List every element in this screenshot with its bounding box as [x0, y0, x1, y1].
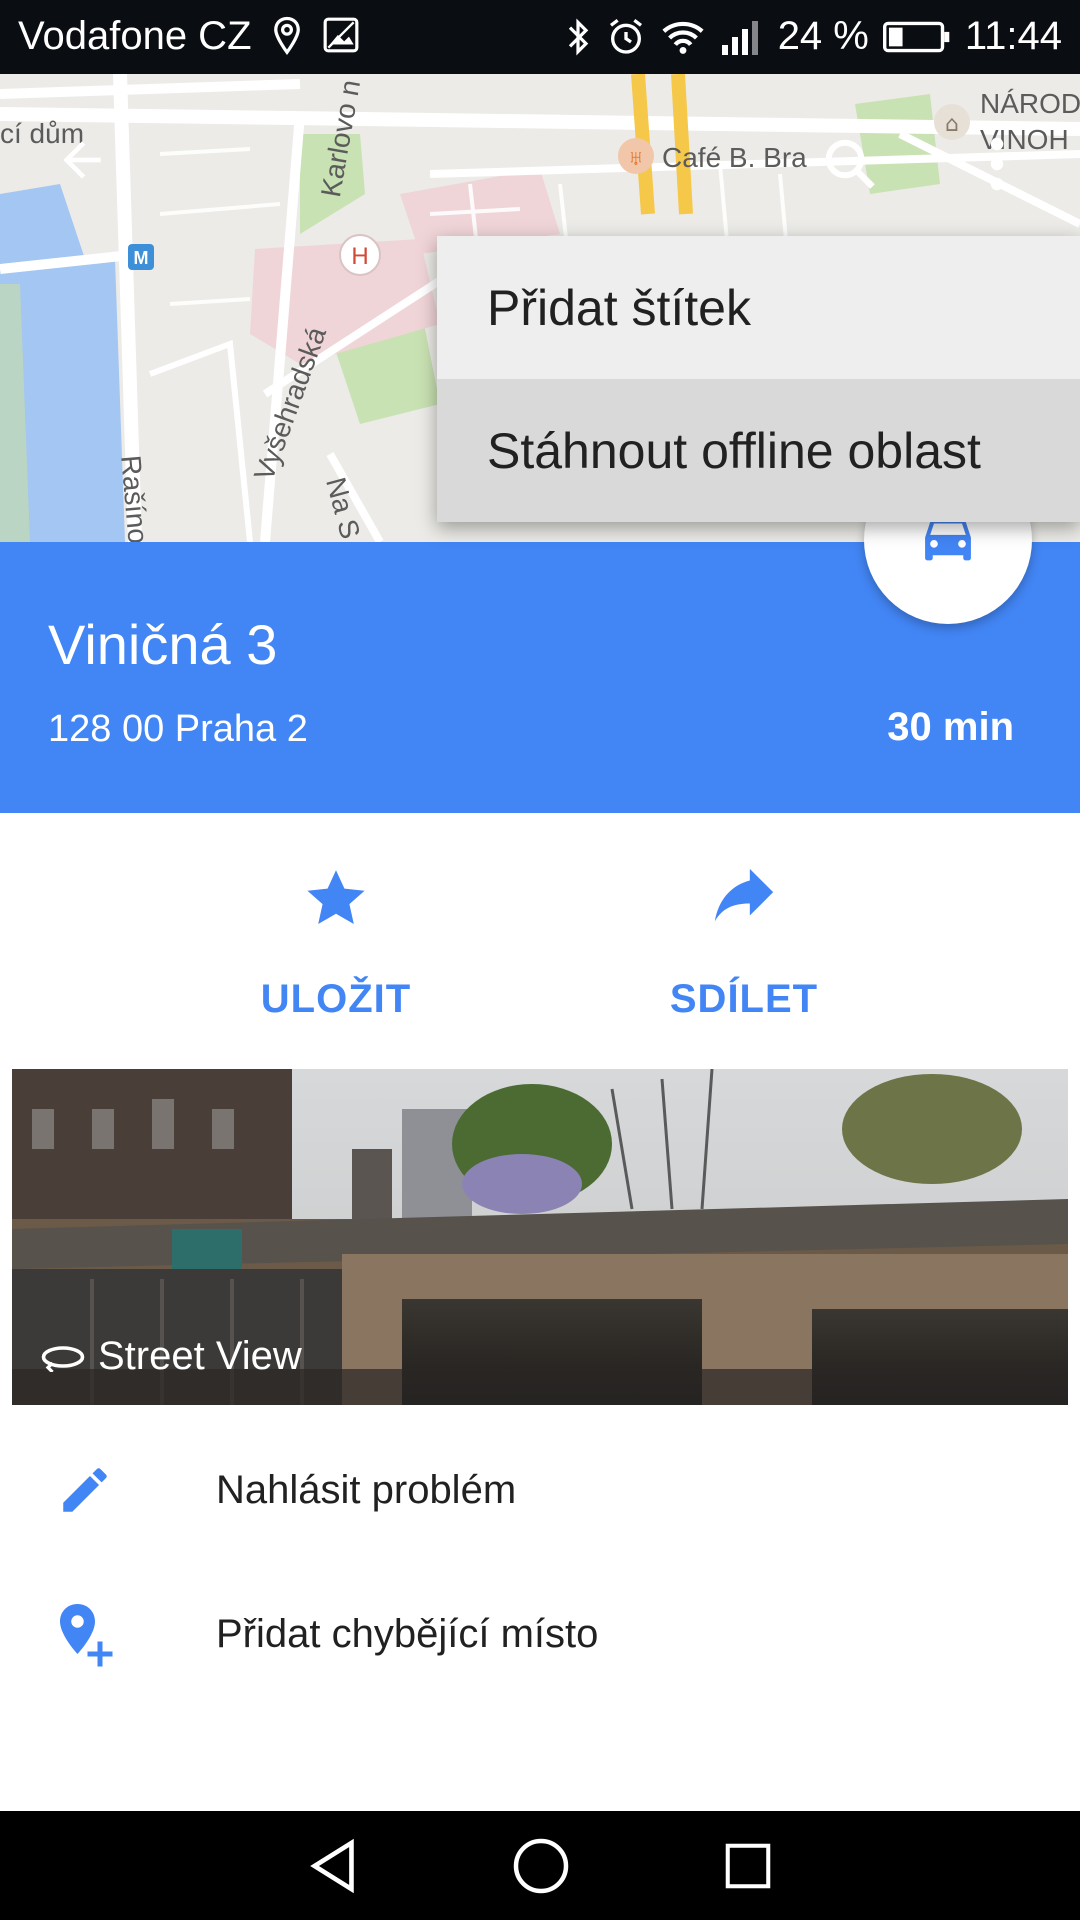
status-icons: 24 % 11:44 [564, 14, 1062, 59]
wifi-icon [660, 17, 706, 57]
street-view-image[interactable]: Street View [12, 1069, 1068, 1405]
list-item-add-missing-place[interactable]: Přidat chybějící místo [0, 1562, 1080, 1706]
street-view-label-wrap: Street View [40, 1334, 302, 1379]
add-location-icon [50, 1599, 120, 1669]
save-button[interactable]: ULOŽIT [206, 863, 466, 1022]
share-button[interactable]: SDÍLET [614, 863, 874, 1022]
travel-time: 30 min [887, 705, 1014, 749]
street-view-label: Street View [98, 1334, 302, 1378]
add-missing-place-label: Přidat chybějící místo [216, 1611, 599, 1656]
svg-text:♅: ♅ [628, 145, 645, 170]
arrow-left-icon [63, 141, 101, 179]
nav-recents-button[interactable] [721, 1839, 775, 1893]
share-arrow-icon [714, 868, 774, 922]
image-icon [322, 16, 360, 59]
share-label: SDÍLET [669, 977, 819, 1021]
place-address: 128 00 Praha 2 [48, 708, 308, 750]
overflow-menu: Přidat štítek Stáhnout offline oblast [437, 236, 1080, 522]
street-view-360-icon [41, 1345, 85, 1372]
more-vert-icon [990, 137, 1004, 191]
report-problem-label: Nahlásit problém [216, 1467, 517, 1512]
location-icon [272, 16, 302, 61]
menu-item-add-label[interactable]: Přidat štítek [437, 236, 1080, 379]
svg-text:M: M [134, 248, 149, 268]
alarm-icon [606, 17, 646, 57]
list-item-report-problem[interactable]: Nahlásit problém [0, 1418, 1080, 1562]
nav-home-button[interactable] [511, 1836, 571, 1896]
save-label: ULOŽIT [260, 977, 412, 1021]
battery-percent: 24 % [777, 14, 869, 58]
edit-pencil-icon [50, 1455, 120, 1525]
search-icon [825, 139, 875, 189]
screen: Vodafone CZ 24 % 11:44 M H ♅ ⌂ cí dům Ka… [0, 0, 1080, 1920]
place-title: Viničná 3 [48, 613, 278, 676]
status-bar: Vodafone CZ 24 % 11:44 [0, 0, 1080, 74]
star-icon [307, 870, 365, 924]
clock: 11:44 [964, 14, 1062, 58]
map-label: Café B. Bra [662, 142, 807, 173]
triangle-back-icon [310, 1838, 354, 1893]
svg-text:H: H [351, 243, 368, 270]
square-recents-icon [725, 1843, 771, 1888]
navigation-bar [0, 1811, 1080, 1920]
svg-text:⌂: ⌂ [945, 112, 959, 137]
menu-item-download-offline-area[interactable]: Stáhnout offline oblast [437, 379, 1080, 522]
signal-icon [720, 17, 764, 57]
nav-back-button[interactable] [305, 1836, 361, 1896]
bluetooth-icon [564, 17, 592, 57]
action-bar: ULOŽIT SDÍLET [0, 813, 1080, 1069]
map-label: NÁROD [980, 88, 1080, 119]
battery-icon [882, 20, 951, 54]
carrier-label: Vodafone CZ [18, 14, 252, 58]
circle-home-icon [513, 1838, 569, 1893]
